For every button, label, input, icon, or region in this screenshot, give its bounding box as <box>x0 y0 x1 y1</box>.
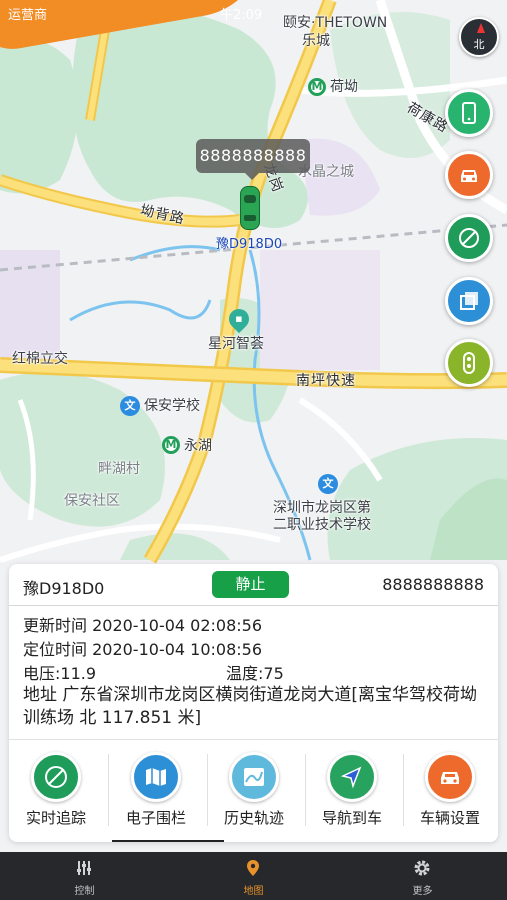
temperature: 温度:75 <box>226 664 284 683</box>
history-route-circle <box>229 752 279 802</box>
map-label-xinghe: 星河智荟 <box>208 336 264 352</box>
map-label-panhu: 畔湖村 <box>98 461 140 477</box>
update-time: 更新时间 2020-10-04 02:08:56 <box>23 616 263 635</box>
tab-control-label: 控制 <box>74 886 95 897</box>
voltage: 电压:11.9 <box>23 664 97 683</box>
navigate-label: 导航到车 <box>321 809 382 827</box>
layers-icon <box>460 292 478 310</box>
school-poi-icon: 文 <box>318 474 338 494</box>
car-marker-icon[interactable] <box>240 186 260 230</box>
compass-button[interactable]: 北 <box>459 17 499 57</box>
navigate-icon <box>340 766 362 789</box>
map-label-hekan: 荷坳 <box>330 79 358 95</box>
history-route-label: 历史轨迹 <box>223 809 284 827</box>
traffic-light-icon <box>463 352 475 374</box>
car-button[interactable] <box>445 151 493 199</box>
history-route-button[interactable]: 历史轨迹 <box>213 752 295 830</box>
car-settings-button[interactable]: 车辆设置 <box>409 752 491 830</box>
action-separator <box>305 754 306 826</box>
realtime-track-button[interactable]: 实时追踪 <box>15 752 97 830</box>
geofence-label: 电子围栏 <box>125 809 186 827</box>
phone-button[interactable] <box>445 89 493 137</box>
carrier-label: 运营商 <box>8 8 48 23</box>
map-label-honglian: 红棉立交 <box>12 351 68 367</box>
geofence-button[interactable]: 电子围栏 <box>115 752 197 830</box>
tab-control[interactable]: 控制 <box>0 852 169 900</box>
compass-needle-icon <box>477 23 485 33</box>
car-settings-icon <box>441 772 459 784</box>
history-route-icon <box>244 768 264 786</box>
vehicle-plate: 豫D918D0 <box>23 579 105 598</box>
locate-time: 定位时间 2020-10-04 10:08:56 <box>23 640 263 659</box>
track-toggle-button[interactable] <box>445 214 493 262</box>
marker-tooltip[interactable]: 8888888888 <box>196 139 310 180</box>
marker-plate-label: 豫D918D0 <box>216 237 283 252</box>
geofence-circle <box>131 752 181 802</box>
active-underline <box>9 840 498 842</box>
compass-direction: 北 <box>473 38 485 51</box>
metro-station-icon: M <box>162 436 180 454</box>
tab-map-label: 地图 <box>243 886 264 897</box>
map-label-lecheng: 乐城 <box>302 33 330 49</box>
layers-button[interactable] <box>445 277 493 325</box>
action-separator <box>403 754 404 826</box>
map-label-thetown: 颐安·THETOWN <box>283 15 388 31</box>
realtime-track-circle <box>31 752 81 802</box>
metro-station-icon: M <box>308 78 326 96</box>
gear-icon <box>414 860 430 876</box>
action-separator <box>108 754 109 826</box>
card-divider <box>9 739 498 740</box>
school-poi-icon: 文 <box>120 396 140 416</box>
tab-more-label: 更多 <box>412 886 433 897</box>
action-separator <box>207 754 208 826</box>
map-label-yonghu: 永湖 <box>184 438 212 454</box>
tab-more[interactable]: 更多 <box>338 852 507 900</box>
map-label-vocational-2: 二职业技术学校 <box>273 517 371 533</box>
map-pin-icon <box>247 860 259 876</box>
realtime-track-icon <box>45 766 67 788</box>
map-label-vocational-1: 深圳市龙岗区第 <box>273 500 371 516</box>
realtime-track-label: 实时追踪 <box>25 809 86 827</box>
clock-label: 午2:09 <box>220 8 263 23</box>
sliders-icon <box>77 861 91 875</box>
map-label-baoan-community: 保安社区 <box>64 493 120 509</box>
navigate-button[interactable]: 导航到车 <box>311 752 393 830</box>
address: 地址 广东省深圳市龙岗区横岗街道龙岗大道[离宝华驾校荷坳训练场 北 117.85… <box>23 685 478 728</box>
bottom-tab-bar: 控制 地图 更多 <box>0 852 507 900</box>
navigate-circle <box>327 752 377 802</box>
car-icon <box>461 170 477 182</box>
tab-map[interactable]: 地图 <box>169 852 338 900</box>
status-bar: 运营商 午2:09 <box>0 0 300 56</box>
vehicle-info-card: 豫D918D0 静止 8888888888 更新时间 2020-10-04 02… <box>9 564 498 842</box>
vehicle-header: 豫D918D0 静止 8888888888 <box>9 564 498 606</box>
phone-icon <box>462 102 476 124</box>
car-settings-label: 车辆设置 <box>419 809 480 827</box>
traffic-button[interactable] <box>445 339 493 387</box>
status-badge: 静止 <box>212 571 289 598</box>
geofence-map-icon <box>146 768 166 786</box>
car-settings-circle <box>425 752 475 802</box>
no-track-icon <box>459 228 479 248</box>
map-label-nanping: 南坪快速 <box>296 373 356 389</box>
map-label-baoan-school: 保安学校 <box>144 398 200 414</box>
device-id: 8888888888 <box>382 575 484 594</box>
